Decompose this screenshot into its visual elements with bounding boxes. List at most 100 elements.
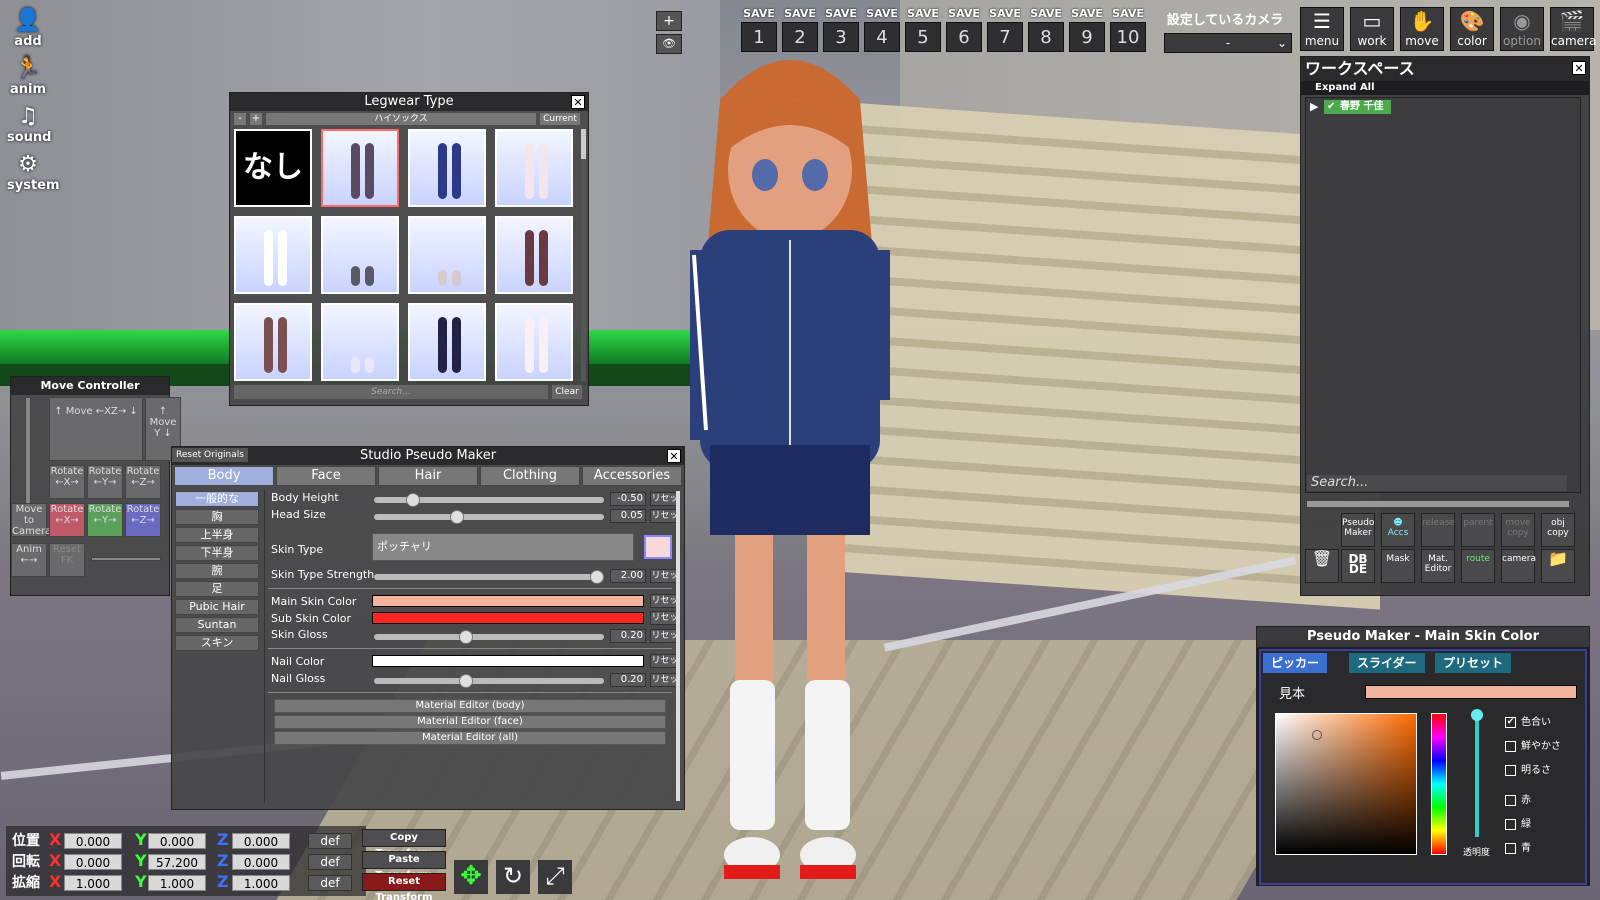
skin-gloss-value[interactable]: 0.20 — [610, 629, 646, 643]
expand-all-toggle[interactable]: Expand All — [1301, 81, 1589, 95]
mask-button[interactable]: Mask — [1381, 549, 1415, 583]
position-y-input[interactable]: 0.000 — [148, 833, 206, 849]
slider-knob[interactable] — [406, 493, 421, 507]
reset-transform-button[interactable]: Reset Transform — [362, 873, 446, 900]
skin-type-thumbnail[interactable] — [644, 535, 672, 559]
material-editor-face-button[interactable]: Material Editor (face) — [274, 715, 666, 729]
rotate-y-local-button[interactable]: Rotate ←Y→ — [87, 503, 123, 537]
reset-fk-button[interactable]: Reset FK — [49, 543, 85, 577]
saturation-value-area[interactable] — [1275, 713, 1417, 855]
mat-editor-button[interactable]: Mat. Editor — [1421, 549, 1455, 583]
save-slot-6[interactable]: SAVE 6 — [946, 7, 982, 59]
scale-x-input[interactable]: 1.000 — [64, 875, 122, 891]
save-slot-9[interactable]: SAVE 9 — [1069, 7, 1105, 59]
close-icon[interactable]: ✕ — [1572, 61, 1586, 75]
eye-toggle-button[interactable]: 👁 — [656, 34, 682, 54]
expand-arrow-icon[interactable]: ▶ — [1310, 100, 1318, 113]
legwear-item[interactable] — [408, 129, 486, 207]
scale-def-button[interactable]: def — [308, 875, 352, 891]
color-button[interactable]: 🎨 color — [1450, 7, 1494, 51]
delete-button[interactable]: 🗑 — [1305, 549, 1339, 583]
green-checkbox[interactable]: 緑 — [1505, 815, 1531, 830]
legwear-item[interactable] — [495, 303, 573, 381]
folder-button[interactable]: 📁 — [1541, 549, 1575, 583]
rotate-x-button[interactable]: Rotate ←X→ — [49, 465, 85, 499]
close-icon[interactable]: ✕ — [571, 95, 585, 109]
legwear-item[interactable] — [234, 216, 312, 294]
save-slot-7[interactable]: SAVE 7 — [987, 7, 1023, 59]
alpha-slider[interactable] — [1471, 709, 1483, 837]
hue-strip[interactable] — [1431, 713, 1447, 855]
add-button[interactable]: 👤 add — [7, 8, 49, 50]
legwear-item[interactable] — [321, 216, 399, 294]
legwear-scrollbar[interactable] — [581, 129, 586, 381]
current-button[interactable]: Current — [540, 113, 580, 125]
body-height-slider[interactable] — [374, 493, 604, 507]
position-x-input[interactable]: 0.000 — [64, 833, 122, 849]
position-def-button[interactable]: def — [308, 833, 352, 849]
rotation-y-input[interactable]: 57.200 — [148, 854, 206, 870]
ws-camera-button[interactable]: camera — [1501, 549, 1536, 583]
move-gizmo-button[interactable]: ✥ — [454, 860, 488, 894]
save-slot-8[interactable]: SAVE 8 — [1028, 7, 1064, 59]
work-button[interactable]: ▭ work — [1350, 7, 1394, 51]
picker-cursor[interactable] — [1312, 730, 1322, 740]
legwear-item[interactable] — [234, 303, 312, 381]
main-skin-color-swatch[interactable] — [372, 595, 644, 607]
pseudo-maker-scrollbar[interactable] — [676, 491, 680, 801]
slider-knob[interactable] — [459, 630, 473, 644]
skin-type-strength-value[interactable]: 2.00 — [610, 569, 646, 583]
anim-speed-slider[interactable] — [91, 557, 161, 561]
rotate-z-local-button[interactable]: Rotate ←Z→ — [125, 503, 161, 537]
skin-gloss-slider[interactable] — [374, 630, 604, 644]
saturation-checkbox[interactable]: 鮮やかさ — [1505, 737, 1561, 752]
tab-clothing[interactable]: Clothing — [480, 466, 580, 486]
close-icon[interactable]: ✕ — [667, 449, 681, 463]
side-skin[interactable]: スキン — [175, 635, 259, 651]
rotation-z-input[interactable]: 0.000 — [232, 854, 290, 870]
alpha-knob[interactable] — [1471, 709, 1483, 721]
camera-select[interactable]: - ⌄ — [1164, 33, 1292, 53]
slider-knob[interactable] — [590, 570, 605, 584]
sub-skin-color-swatch[interactable] — [372, 612, 644, 624]
tab-picker[interactable]: ピッカー — [1263, 653, 1328, 673]
scale-z-input[interactable]: 1.000 — [232, 875, 290, 891]
workspace-search-input[interactable]: Search... — [1307, 475, 1567, 491]
save-slot-4[interactable]: SAVE 4 — [864, 7, 900, 59]
system-button[interactable]: ⚙ system — [7, 152, 60, 194]
studio-viewport[interactable]: 👤 add 🏃 anim ♫ sound ⚙ system + 👁 SAVE 1 … — [0, 0, 1600, 900]
blue-checkbox[interactable]: 青 — [1505, 839, 1531, 854]
slider-knob[interactable] — [449, 510, 464, 524]
side-chest[interactable]: 胸 — [175, 509, 259, 525]
save-slot-1[interactable]: SAVE 1 — [741, 7, 777, 59]
side-arms[interactable]: 腕 — [175, 563, 259, 579]
skin-type-select[interactable]: ポッチャリ — [372, 533, 634, 561]
paste-transform-button[interactable]: Paste Transform — [362, 851, 446, 881]
tree-item-character[interactable]: ✔ 春野 千佳 — [1324, 100, 1392, 114]
legwear-item[interactable] — [321, 129, 399, 207]
brightness-checkbox[interactable]: 明るさ — [1505, 761, 1551, 776]
save-slot-5[interactable]: SAVE 5 — [905, 7, 941, 59]
nail-color-swatch[interactable] — [372, 655, 644, 667]
side-general[interactable]: 一般的な — [175, 491, 259, 507]
parent-button[interactable]: parent — [1461, 513, 1495, 547]
red-checkbox[interactable]: 赤 — [1505, 791, 1531, 806]
release-button[interactable]: release — [1421, 513, 1455, 547]
menu-button[interactable]: ☰ menu — [1300, 7, 1344, 51]
tab-hair[interactable]: Hair — [378, 466, 478, 486]
workspace-tree[interactable]: ▶ ✔ 春野 千佳 — [1305, 97, 1581, 493]
route-button[interactable]: route — [1461, 549, 1495, 583]
side-suntan[interactable]: Suntan — [175, 617, 259, 633]
legwear-item[interactable] — [495, 129, 573, 207]
save-slot-3[interactable]: SAVE 3 — [823, 7, 859, 59]
material-editor-body-button[interactable]: Material Editor (body) — [274, 699, 666, 713]
tab-slider[interactable]: スライダー — [1349, 653, 1425, 673]
move-copy-button[interactable]: move copy — [1501, 513, 1535, 547]
rotate-gizmo-button[interactable]: ↻ — [496, 860, 530, 894]
sound-button[interactable]: ♫ sound — [7, 104, 51, 146]
legwear-search-input[interactable]: Search... — [234, 385, 548, 399]
option-button[interactable]: ◉ option — [1500, 7, 1544, 51]
tab-preset[interactable]: プリセット — [1435, 653, 1512, 673]
obj-copy-button[interactable]: obj copy — [1541, 513, 1575, 547]
slider-knob[interactable] — [459, 674, 473, 688]
